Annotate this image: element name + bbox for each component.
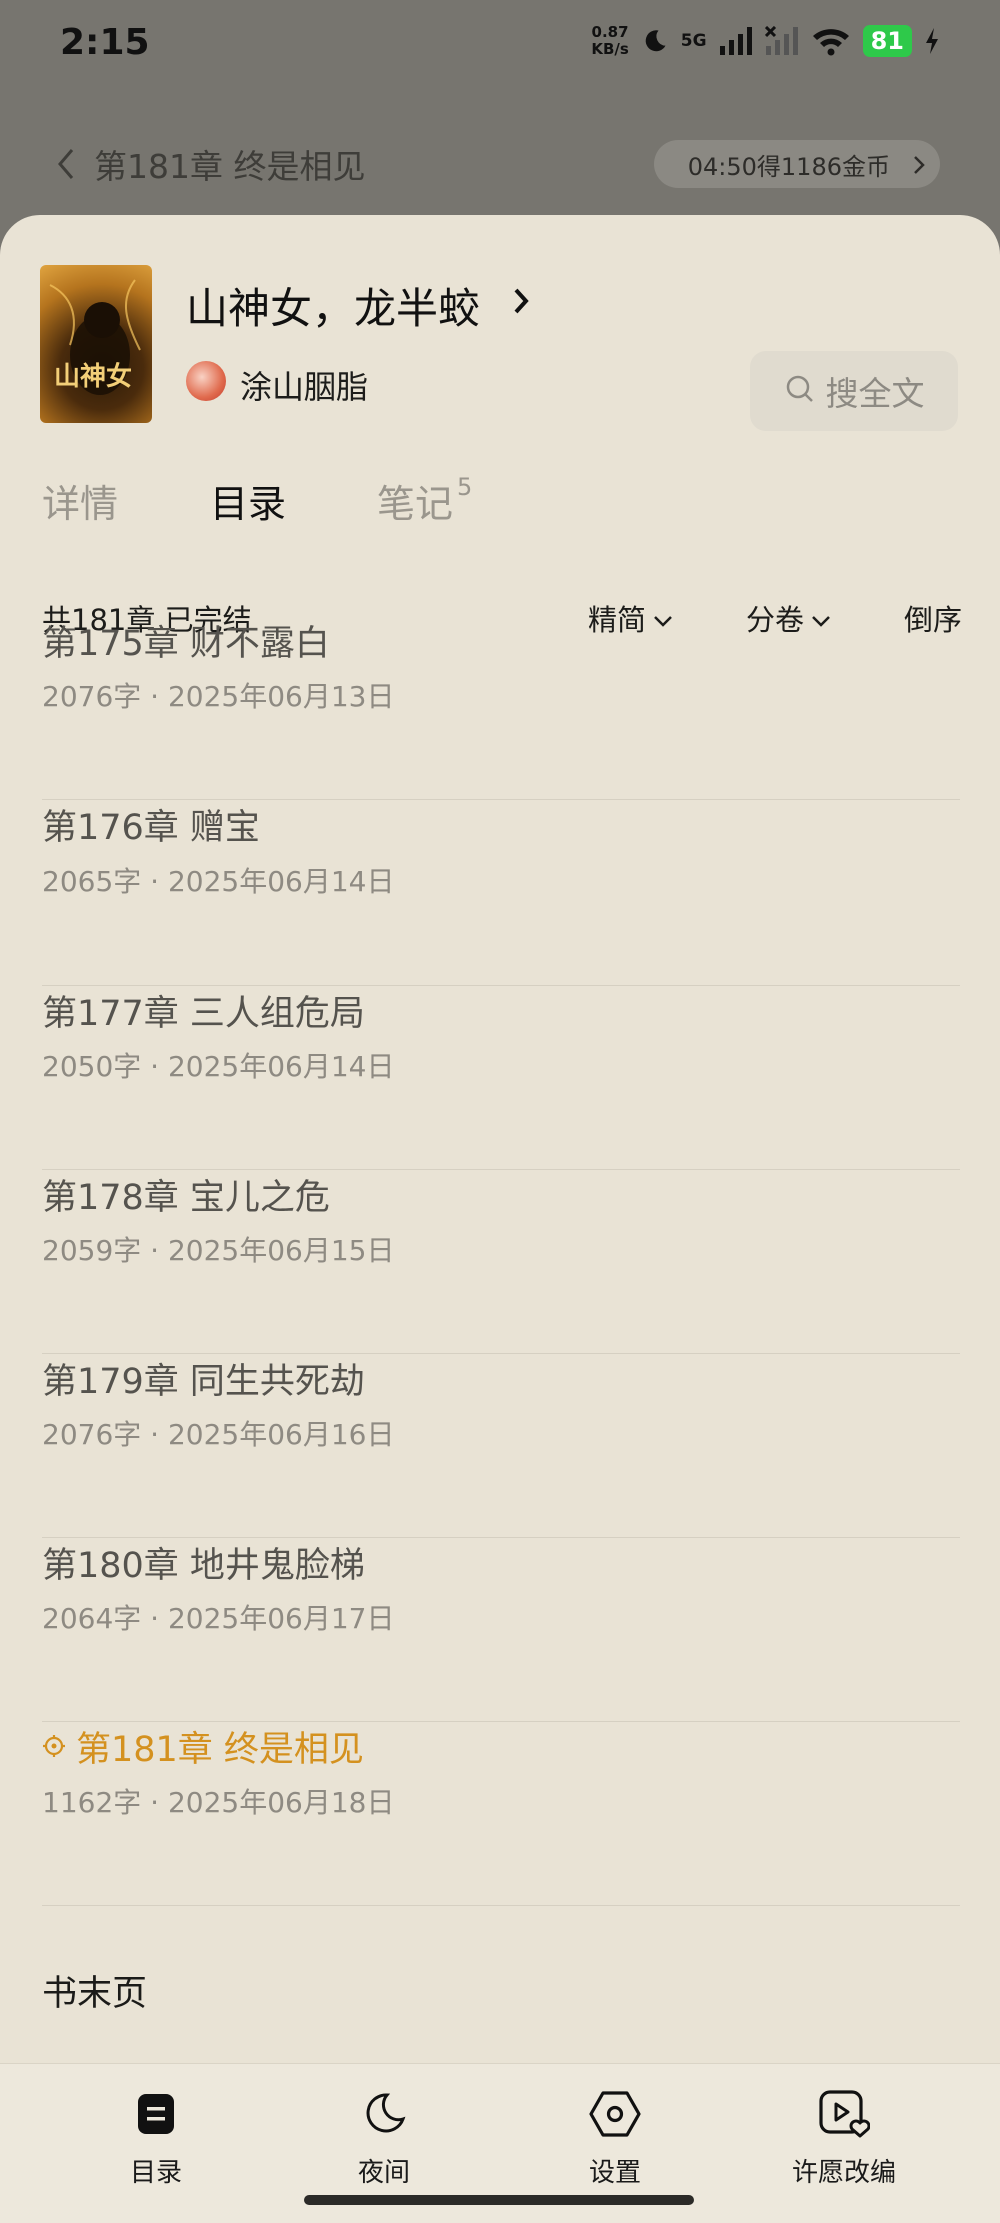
chapter-meta: 2076字 · 2025年06月13日 [42, 680, 395, 713]
book-cover[interactable]: 山神女 [40, 265, 152, 423]
chapter-meta: 2050字 · 2025年06月14日 [42, 1050, 395, 1083]
status-time: 2:15 [60, 22, 150, 63]
chapter-item[interactable]: 第179章 同生共死劫 2076字 · 2025年06月16日 [42, 1353, 960, 1538]
nav-night[interactable]: 夜间 [314, 2086, 454, 2189]
nav-settings[interactable]: 设置 [545, 2086, 685, 2189]
sheet-tabs: 详情 目录 笔记 5 [0, 473, 1000, 543]
author-avatar[interactable] [186, 361, 226, 401]
toc-sheet: 山神女 山神女，龙半蛟 涂山胭脂 搜全文 详情 目录 笔记 5 共181章 已完结… [0, 215, 1000, 2222]
status-icons: 0.87 KB/s 5G 81 [591, 24, 940, 58]
battery-indicator: 81 [862, 25, 912, 57]
chapter-item[interactable]: 第176章 赠宝 2065字 · 2025年06月14日 [42, 801, 960, 986]
home-indicator[interactable] [304, 2195, 694, 2205]
signal-icon [719, 26, 753, 56]
book-title[interactable]: 山神女，龙半蛟 [186, 275, 480, 336]
video-heart-icon [774, 2086, 914, 2142]
chapter-title: 第178章 宝儿之危 [42, 1178, 330, 1218]
chapter-item[interactable]: 第180章 地井鬼脸梯 2064字 · 2025年06月17日 [42, 1537, 960, 1722]
tab-detail[interactable]: 详情 [42, 473, 118, 528]
coin-reward-label: 04:50得1186金币 [687, 152, 890, 181]
current-chapter-title: 第181章 终是相见 [76, 1730, 364, 1770]
search-fulltext-label: 搜全文 [825, 374, 925, 413]
nav-toc[interactable]: 目录 [86, 2086, 226, 2189]
chapter-meta: 2059字 · 2025年06月15日 [42, 1234, 395, 1267]
charging-icon [924, 27, 940, 55]
chapter-title: 第176章 赠宝 [42, 808, 260, 848]
book-end-page[interactable]: 书末页 [42, 1965, 147, 2016]
search-icon [784, 373, 816, 409]
chapter-item[interactable]: 第175章 财不露白 2076字 · 2025年06月13日 [42, 615, 960, 800]
nav-toc-label: 目录 [129, 2158, 182, 2188]
chapter-meta: 2064字 · 2025年06月17日 [42, 1602, 395, 1635]
author-name[interactable]: 涂山胭脂 [240, 362, 368, 408]
reader-chapter-title[interactable]: 第181章 终是相见 [94, 140, 365, 188]
notes-count-badge: 5 [457, 473, 473, 502]
chapter-title: 第179章 同生共死劫 [42, 1362, 365, 1402]
coin-reward-badge[interactable]: 04:50得1186金币 [653, 140, 940, 188]
chevron-right-icon[interactable] [512, 287, 530, 319]
status-bar: 2:15 0.87 KB/s 5G 81 [0, 0, 1000, 100]
chapter-meta: 2076字 · 2025年06月16日 [42, 1418, 395, 1451]
network-speed: 0.87 KB/s [591, 23, 629, 58]
nav-settings-label: 设置 [588, 2158, 641, 2188]
chevron-right-icon [912, 154, 926, 182]
chapter-title: 第180章 地井鬼脸梯 [42, 1546, 365, 1586]
chapter-title: 第181章 终是相见 [42, 1721, 364, 1772]
current-location-icon [42, 1727, 66, 1767]
tab-notes[interactable]: 笔记 5 [377, 473, 472, 528]
wifi-icon [811, 26, 851, 56]
chapter-title: 第175章 财不露白 [42, 624, 330, 664]
chapter-item-current[interactable]: 第181章 终是相见 1162字 · 2025年06月18日 [42, 1721, 960, 1906]
tab-toc[interactable]: 目录 [210, 473, 286, 528]
settings-hexagon-icon [545, 2086, 685, 2142]
cover-title-text: 山神女 [54, 362, 133, 392]
chapter-item[interactable]: 第178章 宝儿之危 2059字 · 2025年06月15日 [42, 1169, 960, 1354]
tab-notes-label: 笔记 [377, 482, 454, 526]
toc-icon [86, 2086, 226, 2142]
moon-icon [314, 2086, 454, 2142]
reader-header: 第181章 终是相见 04:50得1186金币 [0, 130, 1000, 200]
chapter-title: 第177章 三人组危局 [42, 994, 365, 1034]
network-type: 5G [680, 31, 707, 51]
signal-off-icon [764, 26, 799, 56]
search-fulltext-button[interactable]: 搜全文 [750, 351, 958, 431]
back-arrow-icon[interactable] [56, 147, 76, 185]
nav-night-label: 夜间 [357, 2158, 410, 2188]
nav-wish-label: 许愿改编 [791, 2158, 896, 2188]
chapter-meta: 2065字 · 2025年06月14日 [42, 865, 395, 898]
nav-wish[interactable]: 许愿改编 [774, 2086, 914, 2189]
chapter-meta: 1162字 · 2025年06月18日 [42, 1786, 395, 1819]
chapter-item[interactable]: 第177章 三人组危局 2050字 · 2025年06月14日 [42, 985, 960, 1170]
moon-icon [641, 27, 669, 55]
